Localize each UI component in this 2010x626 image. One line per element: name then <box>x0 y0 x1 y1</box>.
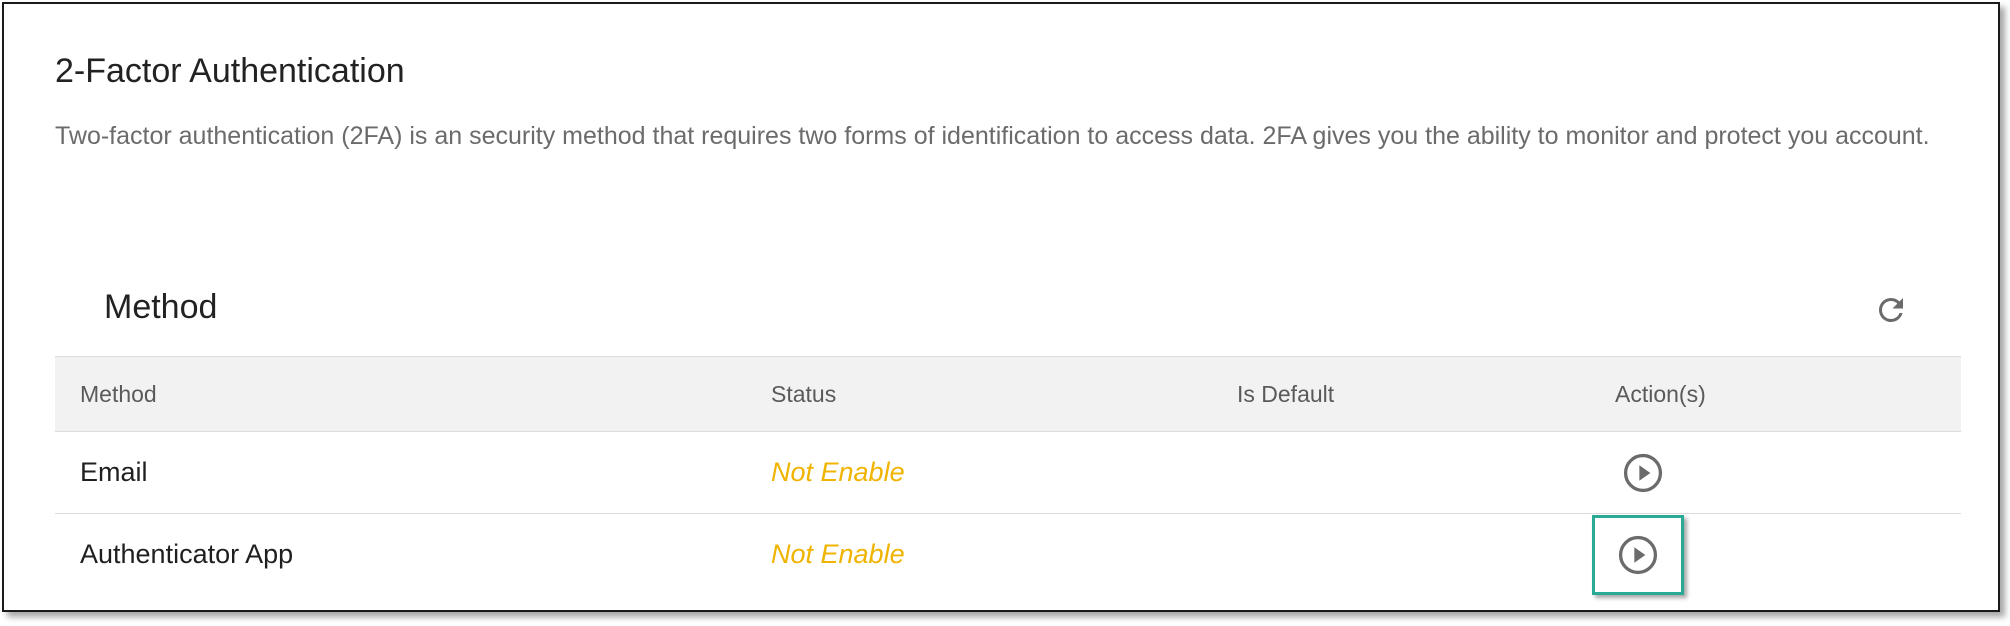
page-description: Two-factor authentication (2FA) is an se… <box>55 122 1930 150</box>
method-name: Authenticator App <box>80 539 294 569</box>
two-factor-panel: 2-Factor Authentication Two-factor authe… <box>2 2 2000 612</box>
method-section-header: Method <box>55 274 1961 356</box>
play-circle-icon <box>1618 535 1658 574</box>
page-title: 2-Factor Authentication <box>55 52 405 90</box>
status-badge: Not Enable <box>771 457 905 487</box>
start-authenticator-setup-button[interactable] <box>1592 514 1684 595</box>
method-name: Email <box>80 457 148 487</box>
start-email-setup-button[interactable] <box>1615 445 1671 501</box>
status-badge: Not Enable <box>771 539 905 569</box>
section-title: Method <box>104 288 218 326</box>
column-header-status: Status <box>771 380 837 407</box>
play-circle-icon <box>1623 453 1663 492</box>
table-row: Email Not Enable <box>55 432 1961 514</box>
refresh-button[interactable] <box>1871 290 1911 330</box>
column-header-actions: Action(s) <box>1615 380 1706 407</box>
refresh-icon <box>1878 297 1903 322</box>
column-header-method: Method <box>80 380 157 407</box>
methods-table: Method Status Is Default Action(s) Email… <box>55 356 1961 595</box>
table-header: Method Status Is Default Action(s) <box>55 357 1961 432</box>
table-row: Authenticator App Not Enable <box>55 514 1961 595</box>
column-header-is-default: Is Default <box>1237 380 1335 407</box>
